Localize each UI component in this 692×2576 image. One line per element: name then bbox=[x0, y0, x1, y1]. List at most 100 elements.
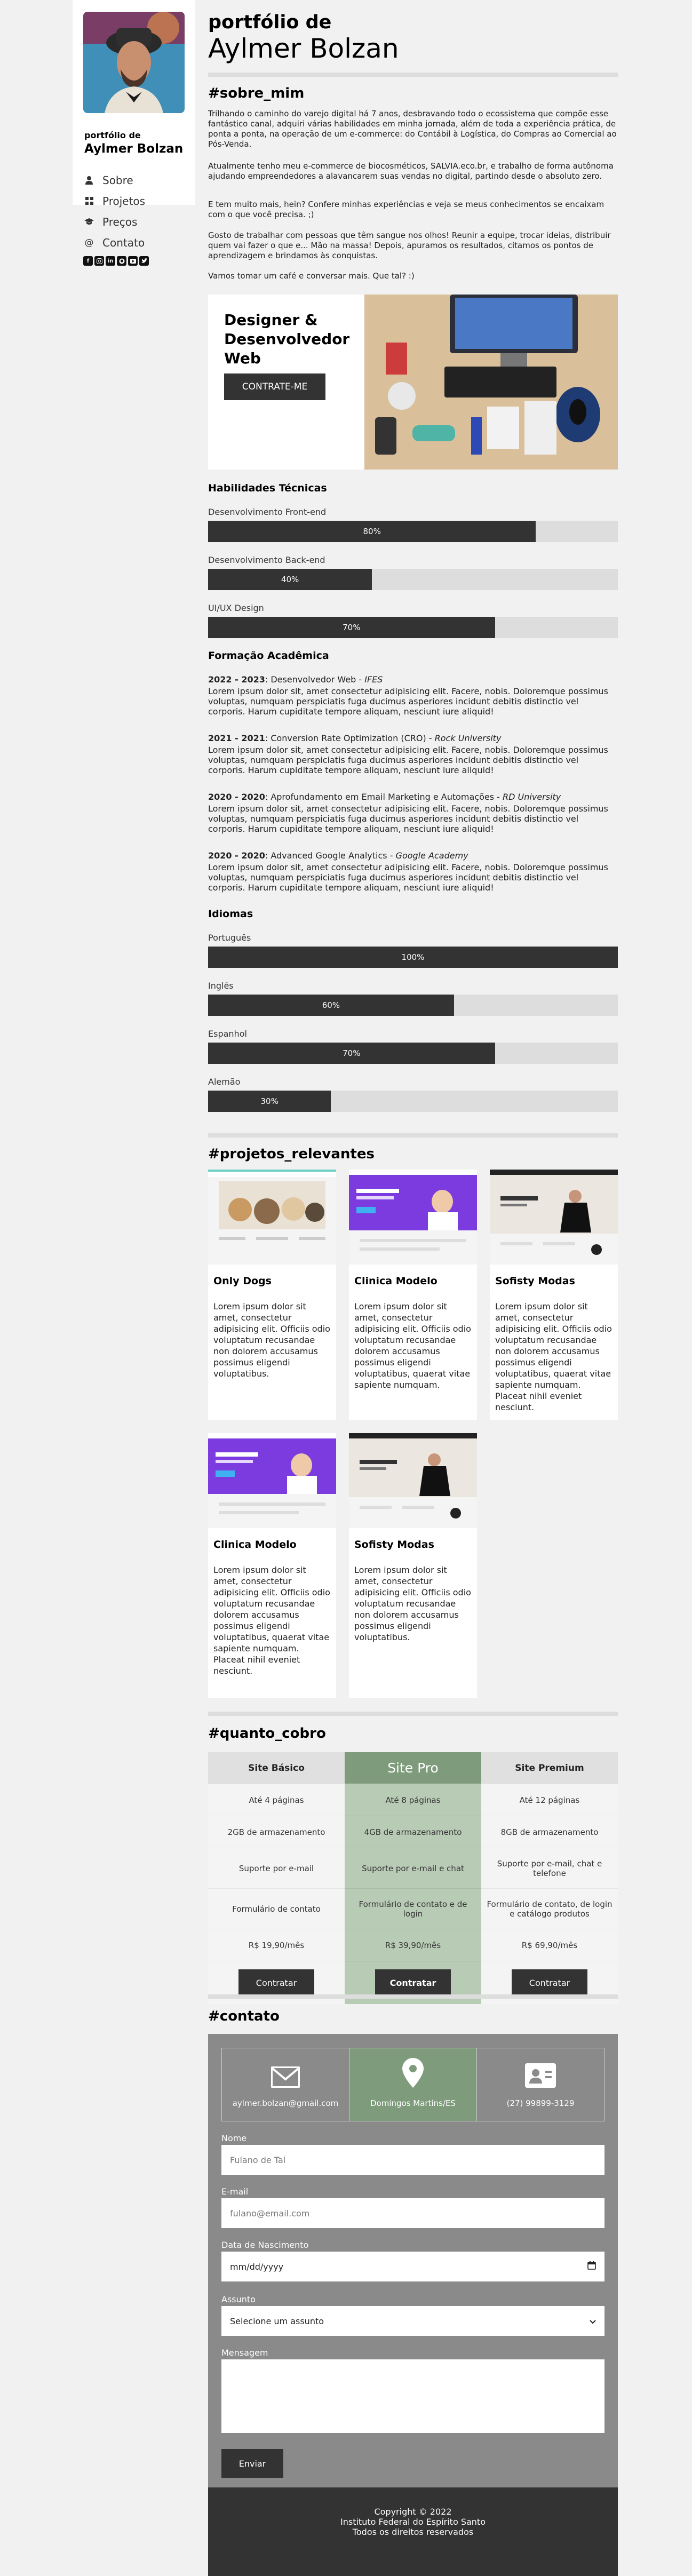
project-card[interactable]: Sofisty Modas Lorem ipsum dolor sit amet… bbox=[490, 1170, 618, 1420]
project-card[interactable]: Clinica Modelo Lorem ipsum dolor sit ame… bbox=[349, 1170, 477, 1420]
footer: Copyright © 2022 Instituto Federal do Es… bbox=[208, 2487, 618, 2576]
project-title: Sofisty Modas bbox=[354, 1539, 434, 1551]
contract-button[interactable]: Contratar bbox=[238, 1969, 314, 1996]
sidebar-item-projetos[interactable]: Projetos bbox=[84, 190, 145, 211]
birth-date-input[interactable]: mm/dd/yyyy bbox=[221, 2252, 604, 2281]
page-title: Aylmer Bolzan bbox=[208, 33, 399, 64]
graduation-cap-icon bbox=[84, 217, 94, 227]
skills-title: Habilidades Técnicas bbox=[208, 482, 327, 494]
subject-label: Assunto bbox=[221, 2294, 256, 2304]
plan-basic: Site Básico Até 4 páginas 2GB de armazen… bbox=[208, 1752, 345, 2004]
skill-bar-fill: 80% bbox=[208, 521, 536, 542]
about-title: #sobre_mim bbox=[208, 85, 305, 101]
hero-title: Designer & Desenvolvedor Web bbox=[224, 311, 349, 368]
plan-feature: 4GB de armazenamento bbox=[345, 1816, 481, 1848]
language-bar-fill: 100% bbox=[208, 947, 618, 968]
project-title: Clinica Modelo bbox=[354, 1275, 438, 1287]
education-course: : Desenvolvedor Web - bbox=[265, 674, 365, 685]
project-title: Only Dogs bbox=[213, 1275, 272, 1287]
project-card[interactable]: Sofisty Modas Lorem ipsum dolor sit amet… bbox=[349, 1433, 477, 1698]
sidebar-menu: Sobre Projetos Preços @ Contato bbox=[84, 170, 145, 253]
twitter-icon[interactable] bbox=[139, 256, 149, 266]
language-label: Espanhol bbox=[208, 1029, 247, 1039]
education-title: Formação Acadêmica bbox=[208, 650, 329, 662]
project-thumbnail bbox=[208, 1433, 336, 1528]
about-paragraph: Gosto de trabalhar com pessoas que têm s… bbox=[208, 230, 611, 260]
skill-label: Desenvolvimento Front-end bbox=[208, 507, 327, 517]
contract-button[interactable]: Contratar bbox=[375, 1969, 451, 1996]
footer-copyright: Copyright © 2022 bbox=[374, 2507, 452, 2517]
avatar bbox=[83, 12, 185, 113]
plan-name: Site Básico bbox=[208, 1752, 345, 1784]
plan-feature: Formulário de contato, de login e catálo… bbox=[481, 1889, 618, 1929]
education-description: Lorem ipsum dolor sit, amet consectetur … bbox=[208, 862, 608, 893]
calendar-icon[interactable] bbox=[587, 2261, 596, 2272]
skill-bar: 80% bbox=[208, 521, 618, 542]
education-item-heading: 2022 - 2023: Desenvolvedor Web - IFES bbox=[208, 674, 383, 685]
contact-location[interactable]: Domingos Martins/ES bbox=[349, 2048, 477, 2121]
subject-select[interactable]: Selecione um assunto bbox=[221, 2306, 604, 2336]
language-label: Inglês bbox=[208, 981, 234, 991]
education-item-heading: 2020 - 2020: Aprofundamento em Email Mar… bbox=[208, 792, 561, 802]
plan-feature: 8GB de armazenamento bbox=[481, 1816, 618, 1848]
hire-me-button[interactable]: CONTRATE-ME bbox=[224, 373, 325, 400]
github-icon[interactable] bbox=[117, 256, 126, 266]
sidebar-item-sobre[interactable]: Sobre bbox=[84, 170, 145, 190]
plan-feature: Até 4 páginas bbox=[208, 1784, 345, 1816]
facebook-icon[interactable]: f bbox=[83, 256, 93, 266]
birth-date-placeholder: mm/dd/yyyy bbox=[230, 2261, 284, 2272]
education-school: Google Academy bbox=[395, 850, 468, 861]
contact-phone[interactable]: (27) 99899-3129 bbox=[477, 2048, 604, 2121]
project-thumbnail bbox=[208, 1170, 336, 1265]
linkedin-icon[interactable]: in bbox=[106, 256, 115, 266]
language-bar-fill: 60% bbox=[208, 995, 454, 1016]
hero-title-line: Desenvolvedor bbox=[224, 330, 350, 348]
about-paragraph: Vamos tomar um café e conversar mais. Qu… bbox=[208, 271, 415, 281]
project-description: Lorem ipsum dolor sit amet, consectetur … bbox=[354, 1565, 471, 1642]
sidebar-item-contato[interactable]: @ Contato bbox=[84, 232, 145, 253]
education-course: : Advanced Google Analytics - bbox=[265, 850, 396, 861]
contact-email[interactable]: aylmer.bolzan@gmail.com bbox=[222, 2048, 349, 2121]
education-years: 2020 - 2020 bbox=[208, 792, 265, 802]
plan-premium: Site Premium Até 12 páginas 8GB de armaz… bbox=[481, 1752, 618, 2004]
language-label: Português bbox=[208, 933, 251, 943]
send-button[interactable]: Enviar bbox=[221, 2449, 283, 2478]
language-bar: 100% bbox=[208, 947, 618, 968]
sidebar-item-label: Contato bbox=[102, 236, 145, 249]
youtube-icon[interactable] bbox=[128, 256, 138, 266]
project-card[interactable]: Clinica Modelo Lorem ipsum dolor sit ame… bbox=[208, 1433, 336, 1698]
education-years: 2021 - 2021 bbox=[208, 733, 265, 743]
name-input[interactable]: Fulano de Tal bbox=[221, 2145, 604, 2175]
education-course: : Aprofundamento em Email Marketing e Au… bbox=[265, 792, 503, 802]
email-input[interactable]: fulano@email.com bbox=[221, 2198, 604, 2228]
hero-banner: Designer & Desenvolvedor Web CONTRATE-ME bbox=[208, 295, 618, 470]
project-description: Lorem ipsum dolor sit amet, consectetur … bbox=[354, 1301, 471, 1390]
footer-institution: Instituto Federal do Espírito Santo bbox=[340, 2517, 486, 2527]
at-sign-icon: @ bbox=[84, 237, 94, 248]
contact-info: aylmer.bolzan@gmail.com Domingos Martins… bbox=[221, 2048, 604, 2121]
page-subtitle: portfólio de bbox=[208, 12, 332, 33]
hero-title-line: Designer & bbox=[224, 311, 318, 329]
education-years: 2022 - 2023 bbox=[208, 674, 265, 685]
language-label: Alemão bbox=[208, 1077, 241, 1087]
language-bar-fill: 30% bbox=[208, 1091, 331, 1112]
sidebar-item-precos[interactable]: Preços bbox=[84, 211, 145, 232]
project-card[interactable]: Only Dogs Lorem ipsum dolor sit amet, co… bbox=[208, 1170, 336, 1420]
plan-price: R$ 69,90/mês bbox=[481, 1929, 618, 1961]
plan-feature: Até 12 páginas bbox=[481, 1784, 618, 1816]
about-paragraph: Atualmente tenho meu e-commerce de bioco… bbox=[208, 161, 614, 181]
pricing-title: #quanto_cobro bbox=[208, 1726, 326, 1742]
message-textarea[interactable] bbox=[221, 2359, 604, 2433]
plan-feature: Suporte por e-mail e chat bbox=[345, 1848, 481, 1889]
contact-section: aylmer.bolzan@gmail.com Domingos Martins… bbox=[208, 2034, 618, 2576]
plan-name: Site Premium bbox=[481, 1752, 618, 1784]
instagram-icon[interactable] bbox=[94, 256, 104, 266]
message-label: Mensagem bbox=[221, 2348, 268, 2358]
plan-feature: Formulário de contato e de login bbox=[345, 1889, 481, 1929]
contract-button[interactable]: Contratar bbox=[512, 1969, 587, 1996]
sidebar-item-label: Sobre bbox=[102, 173, 133, 187]
skill-label: UI/UX Design bbox=[208, 603, 264, 613]
birth-label: Data de Nascimento bbox=[221, 2240, 309, 2250]
chevron-down-icon bbox=[590, 2316, 596, 2326]
plan-feature: 2GB de armazenamento bbox=[208, 1816, 345, 1848]
